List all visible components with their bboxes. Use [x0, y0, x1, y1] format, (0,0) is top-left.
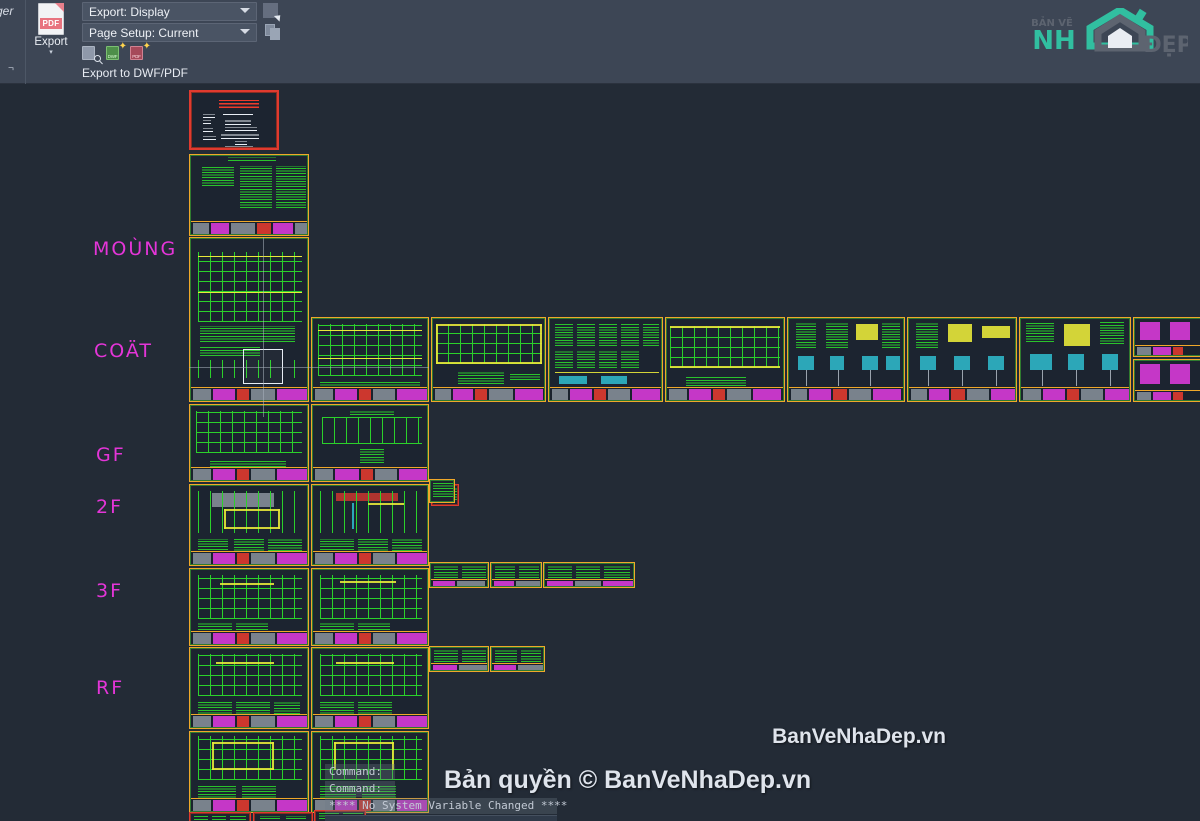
layer-label-2f: 2F: [96, 496, 124, 518]
layer-label-gf: GF: [96, 444, 126, 466]
drawing-sheet-2f-beam-schedule[interactable]: [429, 479, 455, 503]
drawing-sheet-gf-plan-1[interactable]: [189, 484, 309, 566]
drawing-sheet-column-details-a[interactable]: [1133, 317, 1200, 357]
clipped-tab-label: ger: [0, 4, 14, 18]
cad-drawing-canvas[interactable]: MOÙNG COÄT GF 2F 3F RF BanVeNhaDep.vn Bả…: [0, 84, 1200, 821]
chevron-down-icon[interactable]: [240, 29, 250, 34]
drawing-sheet-column-schedule[interactable]: [311, 404, 429, 482]
drawing-sheet-2f-beams-3[interactable]: [543, 562, 635, 588]
crosshair-vertical: [263, 237, 264, 417]
drawing-sheet-pile-details-3[interactable]: [1019, 317, 1131, 402]
watermark-site: BanVeNhaDep.vn: [772, 725, 946, 748]
command-line-area[interactable]: Command: Command: **** No System Variabl…: [325, 764, 567, 821]
layer-label-moung: MOÙNG: [93, 238, 178, 260]
pdf-document-icon: PDF: [38, 3, 64, 35]
drawing-sheet-3f-beams-2[interactable]: [490, 646, 545, 672]
drawing-sheet-2f-plan-2[interactable]: [311, 568, 429, 646]
svg-text:NH: NH: [1032, 26, 1076, 56]
drawing-sheet-gf-plan-2[interactable]: [311, 484, 429, 566]
pdf-badge-label: PDF: [40, 18, 62, 29]
ribbon-panel-title: Export to DWF/PDF: [82, 66, 189, 80]
page-setup-value: Page Setup: Current: [89, 26, 199, 40]
command-line-row: Command:: [325, 781, 395, 797]
copy-page-setup-icon[interactable]: [265, 24, 282, 41]
export-pdf-button[interactable]: PDF Export ▾: [28, 0, 74, 72]
ribbon-tab-strip: ger ⌐: [0, 0, 26, 84]
select-window-icon[interactable]: [263, 3, 284, 22]
layer-label-coat: COÄT: [94, 340, 154, 362]
drawing-sheet-column-details-b[interactable]: [1133, 359, 1200, 402]
chevron-down-icon[interactable]: [240, 8, 250, 13]
ribbon-panel: ger ⌐ PDF Export ▾ Export: Display Page …: [0, 0, 1200, 84]
preview-plot-icon[interactable]: [82, 45, 101, 62]
command-line-row: Command:: [325, 764, 395, 780]
svg-text:ĐẸP: ĐẸP: [1143, 33, 1188, 58]
drawing-sheet-column-plan[interactable]: [189, 404, 309, 482]
layer-label-rf: RF: [96, 677, 125, 699]
drawing-sheet-foundation-beams[interactable]: [431, 317, 546, 402]
export-scope-combobox[interactable]: Export: Display: [82, 2, 257, 21]
drawing-sheet-details-row1-b[interactable]: [253, 812, 313, 821]
sheet-title-block: [191, 221, 307, 234]
drawing-sheet-foundation-beams-2[interactable]: [665, 317, 785, 402]
export-dwf-icon[interactable]: ✦: [106, 42, 127, 61]
drawing-sheet-foundation-sections-1[interactable]: [548, 317, 663, 402]
command-line-row: **** No System Variable Changed ****: [325, 798, 567, 814]
export-pdf-icon[interactable]: ✦: [130, 42, 151, 61]
drawing-sheet-details-row1-a[interactable]: [189, 812, 251, 821]
layer-label-3f: 3F: [96, 580, 124, 602]
drawing-sheet-pile-details-1[interactable]: [787, 317, 905, 402]
drawing-sheet-2f-beams-1[interactable]: [429, 562, 489, 588]
drawing-sheet-3f-plan-1[interactable]: [189, 647, 309, 729]
command-input-field[interactable]: [325, 815, 557, 821]
drawing-sheet-general-notes[interactable]: [189, 154, 309, 236]
drawing-sheet-rf-plan-1[interactable]: [189, 731, 309, 813]
drawing-sheet-title-block[interactable]: [189, 90, 279, 150]
export-scope-value: Export: Display: [89, 5, 170, 19]
dialog-launcher-icon[interactable]: ⌐: [8, 63, 14, 74]
drawing-sheet-2f-beams-2[interactable]: [490, 562, 542, 588]
drawing-sheet-3f-plan-2[interactable]: [311, 647, 429, 729]
crosshair-horizontal: [189, 367, 429, 368]
drawing-sheet-foundation-plan-2[interactable]: [311, 317, 429, 402]
drawing-sheet-3f-beams-1[interactable]: [429, 646, 489, 672]
chevron-down-icon[interactable]: ▾: [28, 49, 74, 56]
drawing-sheet-2f-plan-1[interactable]: [189, 568, 309, 646]
brand-logo: BẢN VẼ NH ĐẸP: [1028, 8, 1188, 70]
drawing-sheet-pile-details-2[interactable]: [907, 317, 1017, 402]
export-button-label: Export: [34, 36, 68, 48]
page-setup-combobox[interactable]: Page Setup: Current: [82, 23, 257, 42]
